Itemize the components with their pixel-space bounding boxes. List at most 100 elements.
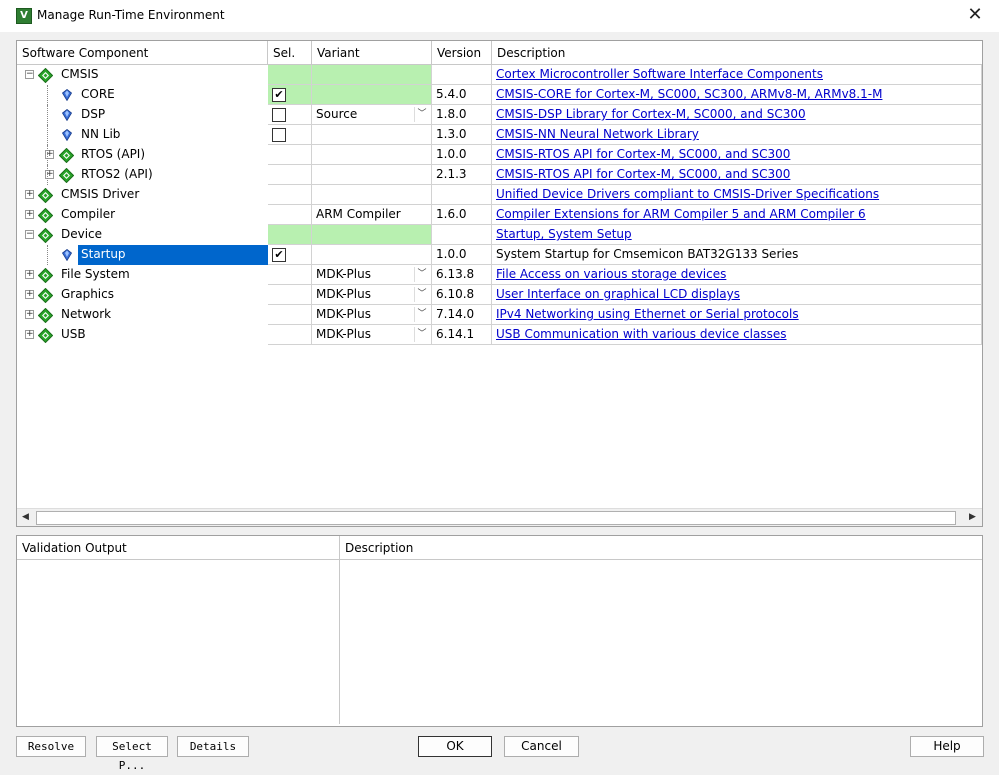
select-checkbox[interactable]: ✔ <box>272 248 286 262</box>
chevron-down-icon[interactable]: ﹀ <box>414 287 429 302</box>
description-link[interactable]: CMSIS-NN Neural Network Library <box>492 125 982 145</box>
scroll-left-icon[interactable]: ◀ <box>17 509 34 526</box>
variant-cell[interactable]: MDK-Plus ﹀ <box>312 325 432 345</box>
ok-button[interactable]: OK <box>418 736 492 757</box>
select-packs-button[interactable]: Select P... <box>96 736 168 772</box>
table-row[interactable]: Startup ✔ 1.0.0 System Startup for Cmsemico… <box>17 245 982 265</box>
diamond-icon <box>58 147 75 164</box>
table-row[interactable]: + Graphics MDK-Plus ﹀ 6.10.8 User Interface o… <box>17 285 982 305</box>
diamond-icon <box>37 187 54 204</box>
component-name[interactable]: Graphics <box>58 285 117 305</box>
table-row[interactable]: CORE ✔ 5.4.0 CMSIS-CORE for Cortex-M, SC000… <box>17 85 982 105</box>
cancel-button[interactable]: Cancel <box>504 736 579 757</box>
select-checkbox[interactable] <box>272 108 286 122</box>
expand-icon[interactable]: + <box>25 190 34 199</box>
select-checkbox[interactable]: ✔ <box>272 88 286 102</box>
variant-text <box>312 67 316 81</box>
details-button[interactable]: Details <box>177 736 249 757</box>
variant-cell <box>312 145 432 165</box>
variant-cell <box>312 245 432 265</box>
variant-text <box>312 167 316 181</box>
expand-icon[interactable]: + <box>25 290 34 299</box>
validation-output-header[interactable]: Validation Output <box>17 536 340 560</box>
table-row[interactable]: + CMSIS Driver Unified Device Drivers comp… <box>17 185 982 205</box>
expand-icon[interactable]: + <box>25 330 34 339</box>
description-link[interactable]: USB Communication with various device cl… <box>492 325 982 345</box>
column-header-sel[interactable]: Sel. <box>268 41 312 65</box>
column-header-variant[interactable]: Variant <box>312 41 432 65</box>
component-name[interactable]: CMSIS <box>58 65 102 85</box>
variant-text <box>312 127 316 141</box>
resolve-button[interactable]: Resolve <box>16 736 86 757</box>
component-name[interactable]: CMSIS Driver <box>58 185 142 205</box>
expand-icon[interactable]: + <box>25 310 34 319</box>
component-name[interactable]: Compiler <box>58 205 118 225</box>
variant-cell <box>312 125 432 145</box>
description-link[interactable]: Compiler Extensions for ARM Compiler 5 a… <box>492 205 982 225</box>
description-link[interactable]: User Interface on graphical LCD displays <box>492 285 982 305</box>
sel-cell <box>268 285 312 305</box>
table-row[interactable]: NN Lib 1.3.0 CMSIS-NN Neural Network Libra… <box>17 125 982 145</box>
description-text: System Startup for Cmsemicon BAT32G133 S… <box>492 245 982 265</box>
variant-cell[interactable]: MDK-Plus ﹀ <box>312 305 432 325</box>
horizontal-scrollbar[interactable]: ◀ ▶ <box>17 508 982 526</box>
description-link[interactable]: File Access on various storage devices <box>492 265 982 285</box>
collapse-icon[interactable]: − <box>25 70 34 79</box>
variant-text: MDK-Plus <box>316 287 371 301</box>
gem-icon <box>61 88 73 102</box>
help-button[interactable]: Help <box>910 736 984 757</box>
description-link[interactable]: Unified Device Drivers compliant to CMSI… <box>492 185 982 205</box>
description-link[interactable]: IPv4 Networking using Ethernet or Serial… <box>492 305 982 325</box>
variant-cell[interactable]: MDK-Plus ﹀ <box>312 265 432 285</box>
table-row[interactable]: + Network MDK-Plus ﹀ 7.14.0 IPv4 Networking u… <box>17 305 982 325</box>
scroll-right-icon[interactable]: ▶ <box>964 509 981 526</box>
table-row[interactable]: + RTOS2 (API) 2.1.3 CMSIS-RTOS API for Cort… <box>17 165 982 185</box>
component-name[interactable]: CORE <box>78 85 118 105</box>
gem-icon <box>61 128 73 142</box>
component-name[interactable]: Startup <box>78 245 268 265</box>
table-row[interactable]: + RTOS (API) 1.0.0 CMSIS-RTOS API for Corte… <box>17 145 982 165</box>
variant-text: MDK-Plus <box>316 307 371 321</box>
table-row[interactable]: + File System MDK-Plus ﹀ 6.13.8 File Access o… <box>17 265 982 285</box>
description-link[interactable]: Cortex Microcontroller Software Interfac… <box>492 65 982 85</box>
sel-cell <box>268 65 312 85</box>
table-row[interactable]: − Device Startup, System Setup <box>17 225 982 245</box>
component-name[interactable]: File System <box>58 265 133 285</box>
chevron-down-icon[interactable]: ﹀ <box>414 267 429 282</box>
tree-guide-line <box>47 245 48 265</box>
description-link[interactable]: CMSIS-RTOS API for Cortex-M, SC000, and … <box>492 165 982 185</box>
chevron-down-icon[interactable]: ﹀ <box>414 307 429 322</box>
description-link[interactable]: CMSIS-CORE for Cortex-M, SC000, SC300, A… <box>492 85 982 105</box>
validation-description-header[interactable]: Description <box>340 536 982 560</box>
version-cell: 1.0.0 <box>432 145 492 165</box>
version-cell <box>432 225 492 245</box>
component-name[interactable]: Device <box>58 225 105 245</box>
description-link[interactable]: CMSIS-DSP Library for Cortex-M, SC000, a… <box>492 105 982 125</box>
component-name[interactable]: Network <box>58 305 114 325</box>
description-link[interactable]: CMSIS-RTOS API for Cortex-M, SC000, and … <box>492 145 982 165</box>
collapse-icon[interactable]: − <box>25 230 34 239</box>
chevron-down-icon[interactable]: ﹀ <box>414 327 429 342</box>
expand-icon[interactable]: + <box>25 210 34 219</box>
description-link[interactable]: Startup, System Setup <box>492 225 982 245</box>
component-name[interactable]: NN Lib <box>78 125 123 145</box>
expand-icon[interactable]: + <box>25 270 34 279</box>
component-name[interactable]: DSP <box>78 105 108 125</box>
table-row[interactable]: DSP Source ﹀ 1.8.0 CMSIS-DSP Library for Cor… <box>17 105 982 125</box>
select-checkbox[interactable] <box>272 128 286 142</box>
column-header-description[interactable]: Description <box>492 41 982 65</box>
variant-cell[interactable]: MDK-Plus ﹀ <box>312 285 432 305</box>
column-header-version[interactable]: Version <box>432 41 492 65</box>
chevron-down-icon[interactable]: ﹀ <box>414 107 429 122</box>
variant-cell[interactable]: Source ﹀ <box>312 105 432 125</box>
component-name[interactable]: RTOS2 (API) <box>78 165 156 185</box>
table-row[interactable]: + Compiler ARM Compiler 1.6.0 Compiler Exten… <box>17 205 982 225</box>
scroll-thumb[interactable] <box>36 511 956 525</box>
component-name[interactable]: USB <box>58 325 89 345</box>
close-icon[interactable]: ✕ <box>960 3 990 27</box>
component-name[interactable]: RTOS (API) <box>78 145 148 165</box>
table-row[interactable]: + USB MDK-Plus ﹀ 6.14.1 USB Communication wit… <box>17 325 982 345</box>
sel-cell <box>268 145 312 165</box>
column-header-component[interactable]: Software Component <box>17 41 268 65</box>
table-row[interactable]: − CMSIS Cortex Microcontroller Software In… <box>17 65 982 85</box>
